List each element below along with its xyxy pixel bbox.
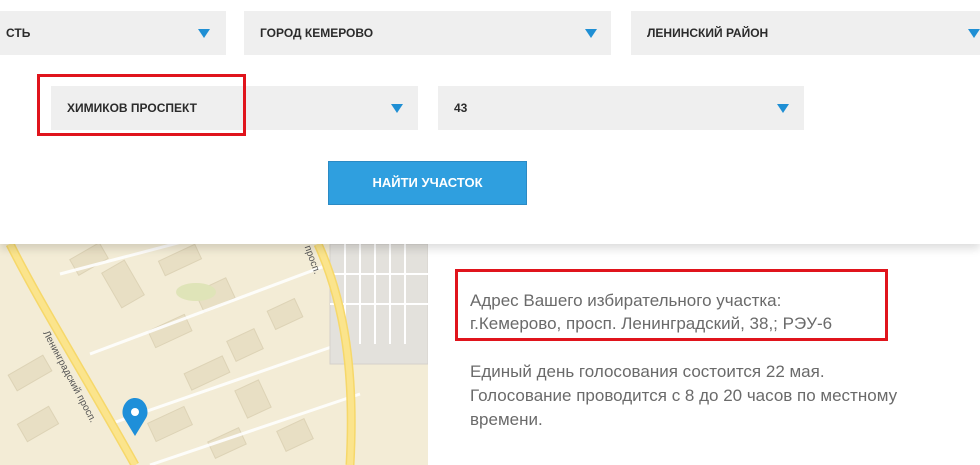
map-view[interactable]: Ленинградский просп. просп. xyxy=(0,244,428,465)
vote-hours-text-cont: времени. xyxy=(470,410,543,429)
city-select[interactable]: ГОРОД КЕМЕРОВО xyxy=(244,11,611,55)
station-address-label: Адрес Вашего избирательного участка: xyxy=(470,291,782,310)
house-select[interactable]: 43 xyxy=(438,86,804,130)
district-select[interactable]: ЛЕНИНСКИЙ РАЙОН xyxy=(631,11,980,55)
chevron-down-icon xyxy=(198,29,210,38)
chevron-down-icon xyxy=(585,29,597,38)
vote-date-text: Единый день голосования состоится 22 мая… xyxy=(470,362,825,381)
park-area xyxy=(176,283,216,301)
street-select[interactable]: ХИМИКОВ ПРОСПЕКТ xyxy=(51,86,418,130)
chevron-down-icon xyxy=(391,104,403,113)
region-select[interactable]: СТЬ xyxy=(0,11,226,55)
chevron-down-icon xyxy=(777,104,789,113)
chevron-down-icon xyxy=(968,29,980,38)
district-select-value: ЛЕНИНСКИЙ РАЙОН xyxy=(647,26,769,40)
street-select-value: ХИМИКОВ ПРОСПЕКТ xyxy=(67,101,197,115)
vote-hours-text: Голосование проводится с 8 до 20 часов п… xyxy=(470,386,898,405)
house-select-value: 43 xyxy=(454,101,468,115)
search-panel: СТЬ ГОРОД КЕМЕРОВО ЛЕНИНСКИЙ РАЙОН ХИМИК… xyxy=(0,0,980,244)
find-station-button[interactable]: НАЙТИ УЧАСТОК xyxy=(328,161,527,205)
city-select-value: ГОРОД КЕМЕРОВО xyxy=(260,26,374,40)
map-pin-icon[interactable] xyxy=(122,398,148,436)
region-select-value: СТЬ xyxy=(6,26,31,40)
map-canvas xyxy=(5,244,428,465)
station-address: г.Кемерово, просп. Ленинградский, 38,; Р… xyxy=(470,314,833,333)
